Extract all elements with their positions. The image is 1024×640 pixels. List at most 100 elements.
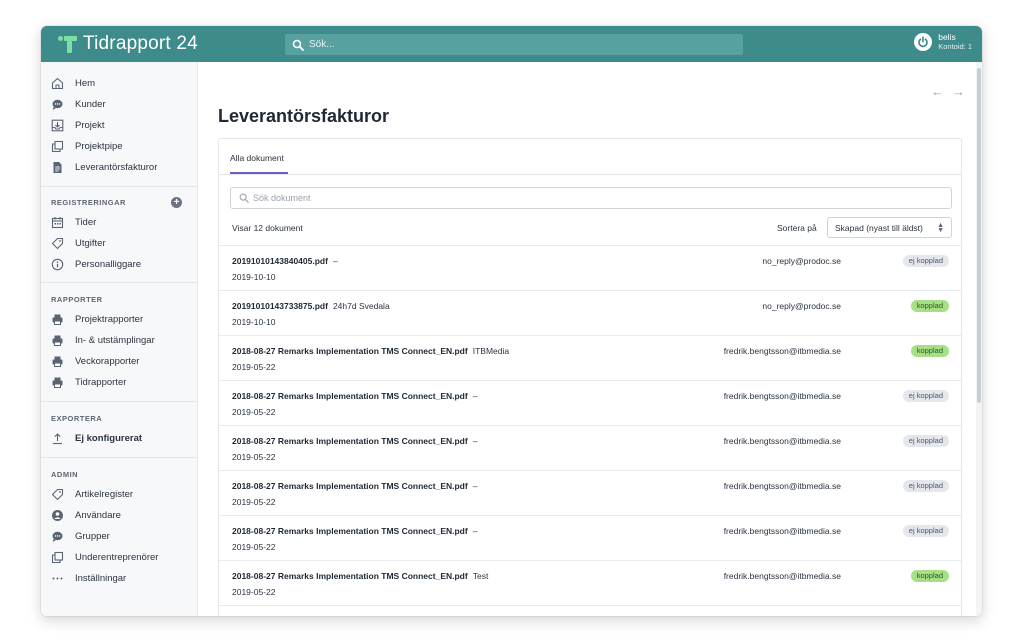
sidebar-item-label: Inställningar (75, 573, 127, 584)
sidebar-item-label: Tidrapporter (75, 377, 127, 388)
top-bar: Tidrapport 24 Sök... belis Kontoid: 1 (41, 26, 982, 62)
sort-value: Skapad (nyast till äldst) (835, 222, 923, 233)
sidebar-divider (41, 282, 198, 283)
document-row[interactable]: 2018-08-27 Remarks Implementation TMS Co… (219, 470, 961, 515)
sidebar-item-grupper[interactable]: Grupper (41, 526, 198, 547)
user-account-id: Kontoid: 1 (938, 42, 972, 51)
document-sender: no_reply@prodoc.se (762, 301, 841, 311)
document-date: 2019-05-22 (232, 407, 276, 417)
document-note: 24h7d Svedala (332, 301, 390, 311)
document-filename: 2018-08-27 Remarks Implementation TMS Co… (232, 391, 468, 401)
sidebar-item-veckorapporter[interactable]: Veckorapporter (41, 351, 198, 372)
sidebar-item-installningar[interactable]: Inställningar (41, 568, 198, 589)
document-row[interactable]: 20191010143840405.pdf – 2019-10-10 no_rep… (219, 245, 961, 290)
sidebar-item-label: Grupper (75, 531, 110, 542)
document-date: 2019-10-10 (232, 272, 276, 282)
search-icon (239, 193, 249, 203)
chevron-updown-icon: ▲ ▼ (937, 222, 944, 234)
sidebar-item-projektrapporter[interactable]: Projektrapporter (41, 309, 198, 330)
app-name: Tidrapport 24 (83, 33, 198, 54)
document-filename: 2018-08-27 Remarks Implementation TMS Co… (232, 571, 468, 581)
info-icon (51, 258, 64, 271)
document-row[interactable]: 2018-08-27 Remarks Implementation TMS Co… (219, 380, 961, 425)
document-filename: 2018-08-27 Remarks Implementation TMS Co… (232, 526, 468, 536)
user-menu[interactable]: belis Kontoid: 1 (914, 32, 972, 52)
sidebar-item-artikelregister[interactable]: Artikelregister (41, 484, 198, 505)
sidebar-item-label: Utgifter (75, 238, 106, 249)
printer-icon (51, 376, 64, 389)
user-icon (51, 509, 64, 522)
sidebar-item-label: Projekt (75, 120, 105, 131)
document-search-input[interactable] (253, 193, 903, 203)
sidebar-item-projekt[interactable]: Projekt (41, 115, 198, 136)
document-note: – (332, 256, 338, 266)
document-row[interactable]: 2018-08-27 Remarks Implementation TMS Co… (219, 515, 961, 560)
app-logo[interactable]: Tidrapport 24 (57, 33, 198, 55)
sidebar-item-ej-konfigurerat[interactable]: Ej konfigurerat (41, 428, 198, 449)
status-badge: ej kopplad (902, 525, 949, 537)
document-row[interactable]: 2018-08-27 Remarks Implementation TMS Co… (219, 335, 961, 380)
status-badge: ej kopplad (902, 435, 949, 447)
tag-icon (51, 488, 64, 501)
scrollbar-thumb[interactable] (977, 68, 981, 403)
sidebar-item-kunder[interactable]: Kunder (41, 94, 198, 115)
sidebar-item-leverantorsfakturor[interactable]: Leverantörsfakturor (41, 157, 198, 178)
global-search-placeholder: Sök... (309, 39, 335, 50)
sidebar-item-tidrapporter[interactable]: Tidrapporter (41, 372, 198, 393)
document-sender: fredrik.bengtsson@itbmedia.se (723, 346, 841, 356)
document-filename: 2018-08-27 Remarks Implementation TMS Co… (232, 436, 468, 446)
sidebar-item-hem[interactable]: Hem (41, 73, 198, 94)
sidebar-item-label: Hem (75, 78, 96, 89)
document-row[interactable]: 2018-08-27 Remarks Implementation TMS Co… (219, 560, 961, 605)
document-search-field[interactable] (230, 187, 952, 209)
sidebar-item-label: Projektrapporter (75, 314, 144, 325)
document-date: 2019-05-22 (232, 362, 276, 372)
document-date: 2019-05-22 (232, 587, 276, 597)
status-badge: kopplad (910, 300, 949, 312)
power-icon[interactable] (914, 33, 933, 51)
tabs-divider (219, 174, 961, 175)
sidebar-item-anvandare[interactable]: Användare (41, 505, 198, 526)
sort-select[interactable]: Skapad (nyast till äldst) ▲ ▼ (827, 217, 952, 238)
document-date: 2019-05-22 (232, 542, 276, 552)
sidebar-item-label: Veckorapporter (75, 356, 140, 367)
sidebar-divider (41, 186, 198, 187)
document-filename: 2018-08-27 Remarks Implementation TMS Co… (232, 481, 468, 491)
document-sender: fredrik.bengtsson@itbmedia.se (723, 436, 841, 446)
chat-icon (51, 98, 64, 111)
sidebar-item-in-utstamplingar[interactable]: In- & utstämplingar (41, 330, 198, 351)
global-search-input[interactable]: Sök... (285, 34, 743, 55)
document-date: 2019-05-22 (232, 497, 276, 507)
sidebar-item-label: In- & utstämplingar (75, 335, 155, 346)
document-note: – (472, 526, 478, 536)
document-row[interactable]: 20191010143733875.pdf 24h7d Svedala 2019-… (219, 290, 961, 335)
status-badge: kopplad (910, 345, 949, 357)
document-sender: fredrik.bengtsson@itbmedia.se (723, 571, 841, 581)
status-badge: ej kopplad (902, 390, 949, 402)
logo-mark-icon (57, 34, 77, 54)
document-icon (51, 161, 64, 174)
sidebar-item-utgifter[interactable]: Utgifter (41, 233, 198, 254)
sidebar-item-personalliggare[interactable]: Personalliggare (41, 254, 198, 275)
sidebar-item-label: Underentreprenörer (75, 552, 159, 563)
search-icon (292, 39, 304, 51)
printer-icon (51, 313, 64, 326)
forward-arrow-icon[interactable]: → (952, 84, 965, 99)
sidebar-item-underentreprenorer[interactable]: Underentreprenörer (41, 547, 198, 568)
add-registration-icon[interactable]: + (171, 197, 182, 208)
inbox-icon (51, 119, 64, 132)
document-row[interactable]: 2018-08-27 Remarks Implementation TMS Co… (219, 425, 961, 470)
sidebar-item-tider[interactable]: Tider (41, 212, 198, 233)
printer-icon (51, 355, 64, 368)
copy-icon (51, 551, 64, 564)
sidebar-item-label: Leverantörsfakturor (75, 162, 158, 173)
status-badge: ej kopplad (902, 480, 949, 492)
document-note: – (472, 436, 478, 446)
home-icon (51, 77, 64, 90)
page-title: Leverantörsfakturor (218, 106, 390, 126)
sidebar: Hem Kunder Projekt Projektpipe Leverantö… (41, 62, 198, 616)
app-window: Tidrapport 24 Sök... belis Kontoid: 1 He… (41, 26, 982, 616)
tab-alla-dokument[interactable]: Alla dokument (230, 153, 284, 163)
sidebar-item-projektpipe[interactable]: Projektpipe (41, 136, 198, 157)
back-arrow-icon[interactable]: ← (931, 84, 944, 99)
